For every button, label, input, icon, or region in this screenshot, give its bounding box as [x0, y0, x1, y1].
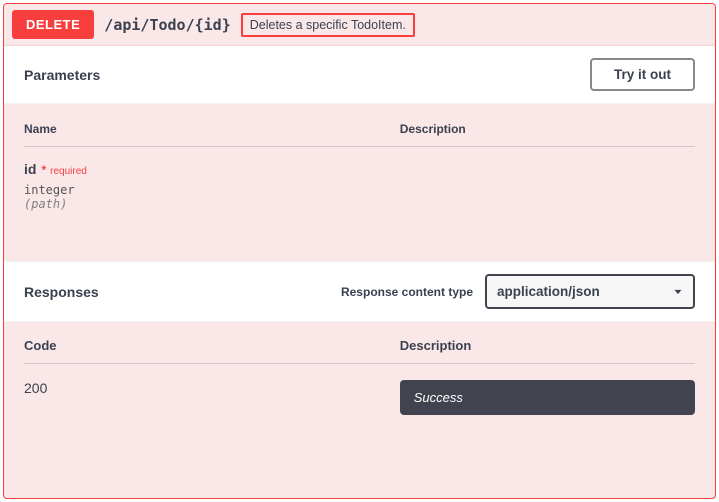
operation-summary[interactable]: DELETE /api/Todo/{id} Deletes a specific…: [4, 4, 715, 46]
column-header-code: Code: [24, 338, 400, 353]
parameters-table-head: Name Description: [24, 122, 695, 147]
parameter-row: id * required integer (path): [24, 161, 695, 211]
http-method-badge: DELETE: [12, 10, 94, 39]
column-header-description: Description: [400, 122, 695, 136]
column-header-resp-description: Description: [400, 338, 695, 353]
responses-header: Responses Response content type applicat…: [4, 261, 715, 322]
parameter-type: integer: [24, 183, 695, 197]
parameters-table: Name Description id * required integer (…: [4, 104, 715, 261]
parameters-title: Parameters: [24, 67, 100, 83]
parameter-name: id: [24, 161, 36, 177]
required-label: required: [50, 166, 87, 177]
content-type-select[interactable]: application/json: [485, 274, 695, 309]
responses-title: Responses: [24, 284, 99, 300]
parameters-header: Parameters Try it out: [4, 46, 715, 104]
endpoint-description: Deletes a specific TodoItem.: [241, 13, 415, 37]
try-it-out-button[interactable]: Try it out: [590, 58, 695, 91]
content-type-label: Response content type: [341, 285, 473, 299]
column-header-name: Name: [24, 122, 400, 136]
responses-table-head: Code Description: [24, 338, 695, 364]
response-description: Success: [400, 380, 695, 415]
response-code: 200: [24, 380, 400, 396]
parameter-in: (path): [24, 197, 695, 211]
response-row: 200 Success: [24, 380, 695, 415]
responses-table: Code Description 200 Success: [4, 322, 715, 435]
delete-operation-block: DELETE /api/Todo/{id} Deletes a specific…: [3, 3, 716, 499]
endpoint-path: /api/Todo/{id}: [104, 16, 230, 34]
required-star-icon: *: [41, 163, 46, 177]
